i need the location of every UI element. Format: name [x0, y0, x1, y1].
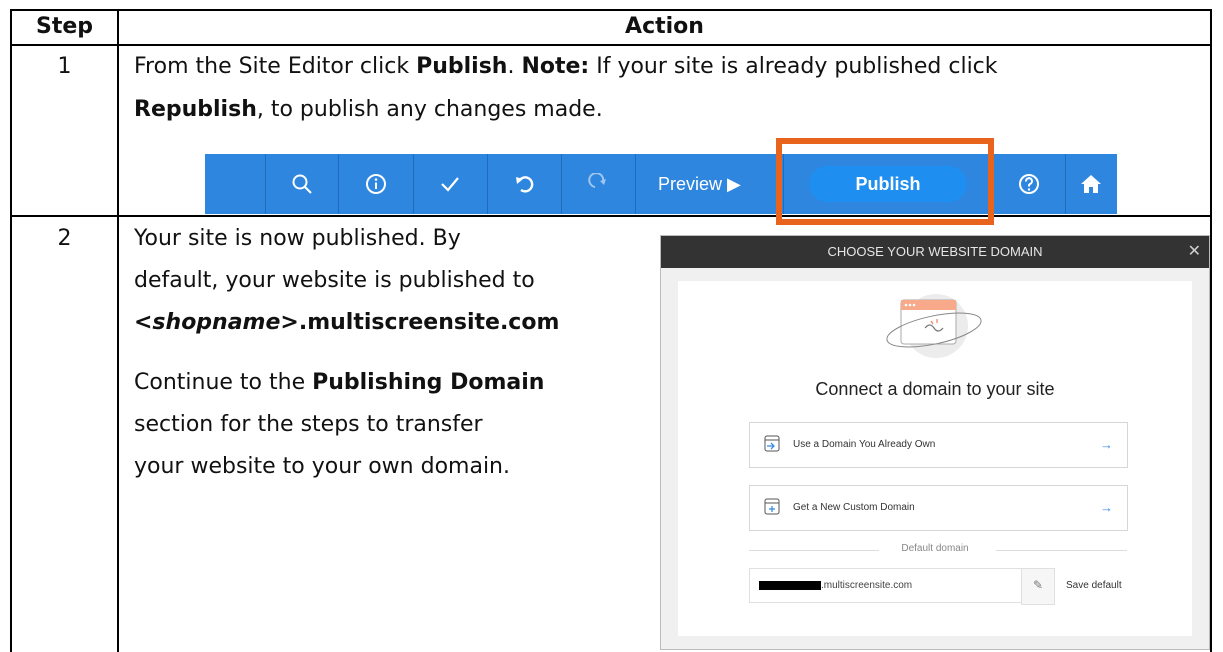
choose-domain-dialog: CHOOSE YOUR WEBSITE DOMAIN ✕ Connect a d…	[660, 235, 1210, 650]
text: , to publish any changes made.	[256, 97, 603, 122]
dialog-title: CHOOSE YOUR WEBSITE DOMAIN	[827, 244, 1043, 259]
default-domain-suffix: .multiscreensite.com	[821, 580, 913, 591]
toolbar-separator	[635, 154, 636, 214]
publish-term: Publish	[416, 54, 508, 79]
option-label: Use a Domain You Already Own	[793, 439, 936, 450]
search-icon[interactable]	[265, 154, 338, 214]
arrow-right-icon: →	[1100, 437, 1113, 452]
step-2-continue-line-3: your website to your own domain.	[134, 454, 510, 479]
text: From the Site Editor click	[134, 54, 417, 79]
table-border-right	[1210, 9, 1212, 652]
domain-illustration-icon	[886, 294, 982, 358]
publish-highlight-box	[776, 138, 994, 225]
save-default-button[interactable]: Save default	[1066, 568, 1122, 603]
dialog-body: Connect a domain to your site Use a Doma…	[678, 281, 1192, 636]
checkmark-icon[interactable]	[413, 154, 487, 214]
redo-icon[interactable]	[561, 154, 635, 214]
column-divider	[117, 9, 119, 652]
help-icon[interactable]	[992, 154, 1065, 214]
republish-term: Republish	[134, 97, 257, 122]
step-2-text-line-1: Your site is now published. By	[134, 226, 461, 251]
header-step: Step	[35, 14, 94, 39]
text: If your site is already published click	[589, 54, 998, 79]
note-label: Note:	[521, 54, 590, 79]
option-label: Get a New Custom Domain	[793, 502, 915, 513]
use-existing-domain-option[interactable]: Use a Domain You Already Own →	[749, 422, 1128, 468]
domain-suffix: .multiscreensite.com	[298, 310, 560, 335]
row-divider	[10, 215, 1212, 217]
shopname-placeholder: <shopname>	[134, 310, 299, 335]
default-domain-label: Default domain	[901, 543, 969, 554]
text: Continue to the	[134, 370, 313, 395]
domain-add-icon	[764, 498, 780, 515]
dialog-heading: Connect a domain to your site	[815, 379, 1055, 399]
text: .	[507, 54, 522, 79]
home-icon[interactable]	[1065, 154, 1117, 214]
undo-icon[interactable]	[487, 154, 561, 214]
preview-button[interactable]: Preview ▶	[658, 154, 741, 214]
step-2-text-line-2: default, your website is published to	[134, 268, 535, 293]
step-1-instruction-line-1: From the Site Editor click Publish. Note…	[134, 50, 998, 84]
table-border-left	[10, 9, 12, 652]
step-2-continue-line-2: section for the steps to transfer	[134, 412, 483, 437]
header-action: Action	[625, 14, 704, 39]
domain-import-icon	[764, 435, 780, 452]
dialog-header: CHOOSE YOUR WEBSITE DOMAIN ✕	[661, 236, 1209, 268]
step-1-instruction-line-2: Republish, to publish any changes made.	[134, 93, 603, 127]
redacted-shopname	[759, 581, 821, 590]
publishing-domain-term: Publishing Domain	[312, 370, 545, 395]
info-icon[interactable]	[338, 154, 413, 214]
edit-pencil-icon[interactable]: ✎	[1021, 568, 1055, 605]
default-domain-field[interactable]: .multiscreensite.com	[749, 568, 1023, 603]
step-number-1: 1	[57, 54, 72, 79]
step-number-2: 2	[57, 226, 72, 251]
get-new-domain-option[interactable]: Get a New Custom Domain →	[749, 485, 1128, 531]
header-divider	[10, 44, 1212, 46]
arrow-right-icon: →	[1100, 500, 1113, 515]
step-2-continue-line-1: Continue to the Publishing Domain	[134, 366, 544, 400]
close-icon[interactable]: ✕	[1188, 236, 1201, 268]
step-2-text-line-3: <shopname>.multiscreensite.com	[134, 306, 559, 340]
